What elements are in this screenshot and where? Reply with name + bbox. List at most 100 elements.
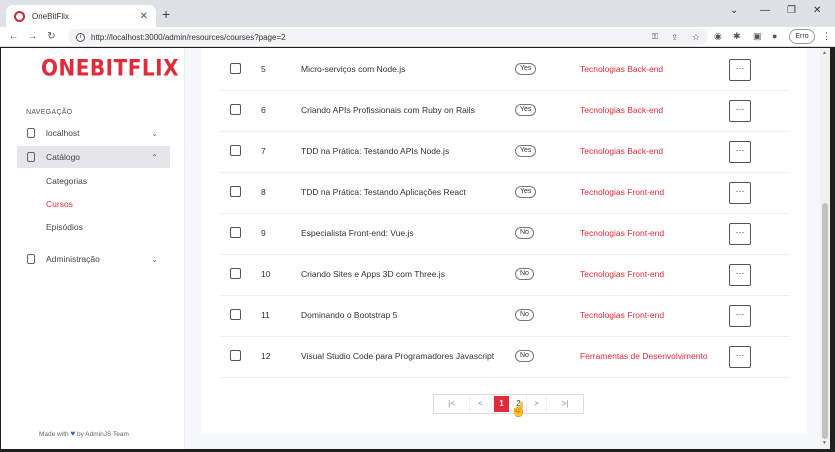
row-actions-button[interactable]: ··· — [729, 264, 751, 286]
table-row[interactable]: 8 TDD na Prática: Testando Aplicações Rea… — [220, 173, 789, 214]
site-favicon-icon — [14, 10, 25, 22]
error-button[interactable]: Erro — [789, 29, 815, 44]
courses-list-card: 5 Micro-serviços com Node.js Yes Tecnologia… — [201, 48, 807, 434]
row-actions-button[interactable]: ··· — [729, 59, 751, 81]
course-id: 5 — [261, 64, 266, 74]
side-panel-icon[interactable]: ▣ — [753, 31, 762, 42]
bookmark-star-icon[interactable]: ☆ — [692, 32, 700, 43]
table-row[interactable]: 12 Visual Studio Code para Programadores … — [220, 337, 789, 378]
category-link[interactable]: Tecnologias Front-end — [580, 269, 664, 279]
course-name[interactable]: Dominando o Bootstrap 5 — [301, 310, 397, 320]
table-row[interactable]: 11 Dominando o Bootstrap 5 No Tecnologias F… — [220, 296, 789, 337]
row-checkbox[interactable] — [230, 268, 241, 279]
scrollbar-thumb[interactable] — [822, 203, 828, 439]
course-name[interactable]: Criando APIs Profissionais com Ruby on R… — [301, 105, 475, 115]
back-icon[interactable]: ← — [4, 31, 23, 42]
navigation-heading: NAVEGAÇÃO — [26, 109, 73, 116]
row-actions-button[interactable]: ··· — [729, 182, 751, 204]
table-row[interactable]: 9 Especialista Front-end: Vue.js No Tecnolo… — [220, 214, 789, 255]
category-link[interactable]: Tecnologias Back-end — [580, 146, 663, 156]
row-checkbox[interactable] — [230, 350, 241, 361]
share-icon[interactable]: ⇪ — [671, 33, 678, 42]
category-link[interactable]: Tecnologias Back-end — [580, 105, 663, 115]
row-checkbox[interactable] — [230, 309, 241, 320]
row-checkbox[interactable] — [230, 63, 241, 74]
next-page-button[interactable]: > — [527, 395, 547, 413]
sidebar: ONEBITFLIX NAVEGAÇÃO localhost ⌄ Catálog… — [1, 48, 185, 449]
tab-title: OneBitFlix — [32, 11, 69, 21]
row-actions-button[interactable]: ··· — [729, 141, 751, 163]
row-checkbox[interactable] — [230, 227, 241, 238]
window-close-icon[interactable]: ✕ — [813, 5, 821, 16]
featured-badge: No — [515, 268, 534, 280]
last-page-button[interactable]: >| — [547, 395, 583, 413]
scroll-down-icon[interactable]: ▼ — [822, 440, 827, 446]
course-name[interactable]: Especialista Front-end: Vue.js — [301, 228, 414, 238]
category-link[interactable]: Ferramentas de Desenvolvimento — [580, 351, 708, 361]
page-scrollbar[interactable]: ▲ ▼ — [820, 48, 830, 449]
minimize-icon[interactable]: — — [760, 5, 770, 16]
course-name[interactable]: Micro-serviços com Node.js — [301, 64, 405, 74]
credit-text: by AdminJS Team — [77, 431, 129, 438]
row-actions-button[interactable]: ··· — [729, 223, 751, 245]
profile-avatar-icon[interactable]: ● — [772, 31, 777, 41]
row-checkbox[interactable] — [230, 104, 241, 115]
course-name[interactable]: TDD na Prática: Testando Aplicações Reac… — [301, 187, 466, 197]
extensions-puzzle-icon[interactable]: ✱ — [733, 31, 741, 42]
browser-tab-strip: OneBitFlix ✕ + ⌄ — ❐ ✕ — [0, 0, 835, 27]
scroll-up-icon[interactable]: ▲ — [822, 50, 827, 56]
address-bar[interactable]: i http://localhost:3000/admin/resources/… — [68, 29, 708, 45]
mouse-cursor-icon: ☝ — [510, 401, 528, 417]
restore-icon[interactable]: ❐ — [787, 5, 796, 16]
row-checkbox[interactable] — [230, 186, 241, 197]
row-actions-button[interactable]: ··· — [729, 346, 751, 368]
featured-badge: Yes — [515, 63, 537, 75]
course-id: 10 — [261, 269, 271, 279]
new-tab-icon[interactable]: + — [162, 6, 170, 22]
browser-toolbar: ← → ↻ i http://localhost:3000/admin/reso… — [0, 27, 835, 47]
database-icon — [27, 128, 35, 138]
row-checkbox[interactable] — [230, 145, 241, 156]
course-id: 11 — [261, 310, 270, 320]
table-row[interactable]: 6 Criando APIs Profissionais com Ruby on … — [220, 91, 789, 132]
category-link[interactable]: Tecnologias Back-end — [580, 64, 663, 74]
course-id: 7 — [261, 146, 266, 156]
reload-icon[interactable]: ↻ — [42, 31, 61, 42]
sidebar-subitem-categorias[interactable]: Categorias — [46, 176, 87, 186]
category-link[interactable]: Tecnologias Front-end — [580, 310, 664, 320]
page-1-button[interactable]: 1 — [494, 396, 509, 412]
sidebar-item-catalogo[interactable]: Catálogo ⌃ — [17, 146, 170, 168]
browser-menu-icon[interactable]: ⋮ — [822, 31, 831, 42]
category-link[interactable]: Tecnologias Front-end — [580, 228, 664, 238]
sidebar-subitem-episodios[interactable]: Episódios — [46, 222, 83, 232]
row-actions-button[interactable]: ··· — [729, 305, 751, 327]
footer-credit: Made with ♥ by AdminJS Team — [39, 429, 129, 438]
tab-search-icon[interactable]: ⌄ — [730, 5, 738, 16]
course-name[interactable]: Criando Sites e Apps 3D com Three.js — [301, 269, 445, 279]
forward-icon[interactable]: → — [23, 31, 42, 42]
database-icon — [27, 152, 35, 162]
featured-badge: Yes — [515, 186, 537, 198]
close-tab-icon[interactable]: ✕ — [140, 11, 148, 22]
table-row[interactable]: 10 Criando Sites e Apps 3D com Three.js No… — [220, 255, 789, 296]
course-name[interactable]: Visual Studio Code para Programadores Ja… — [301, 351, 494, 361]
category-link[interactable]: Tecnologias Front-end — [580, 187, 664, 197]
chevron-down-icon: ⌄ — [151, 254, 158, 264]
browser-tab[interactable]: OneBitFlix ✕ — [6, 5, 156, 27]
sidebar-subitem-cursos[interactable]: Cursos — [46, 199, 73, 209]
course-name[interactable]: TDD na Prática: Testando APIs Node.js — [301, 146, 449, 156]
site-info-icon[interactable]: i — [76, 32, 85, 42]
prev-page-button[interactable]: < — [470, 395, 492, 413]
course-id: 8 — [261, 187, 266, 197]
featured-badge: No — [515, 350, 534, 362]
table-row[interactable]: 5 Micro-serviços com Node.js Yes Tecnologia… — [220, 50, 789, 91]
row-actions-button[interactable]: ··· — [729, 100, 751, 122]
sidebar-item-administracao[interactable]: Administração ⌄ — [17, 248, 170, 270]
app-logo[interactable]: ONEBITFLIX — [41, 55, 179, 81]
password-key-icon[interactable]: ⚿ — [652, 32, 658, 42]
extension-icon[interactable]: ◉ — [714, 31, 722, 42]
page-viewport: ONEBITFLIX NAVEGAÇÃO localhost ⌄ Catálog… — [1, 48, 830, 449]
first-page-button[interactable]: |< — [434, 395, 470, 413]
table-row[interactable]: 7 TDD na Prática: Testando APIs Node.js Ye… — [220, 132, 789, 173]
sidebar-item-localhost[interactable]: localhost ⌄ — [17, 122, 170, 144]
